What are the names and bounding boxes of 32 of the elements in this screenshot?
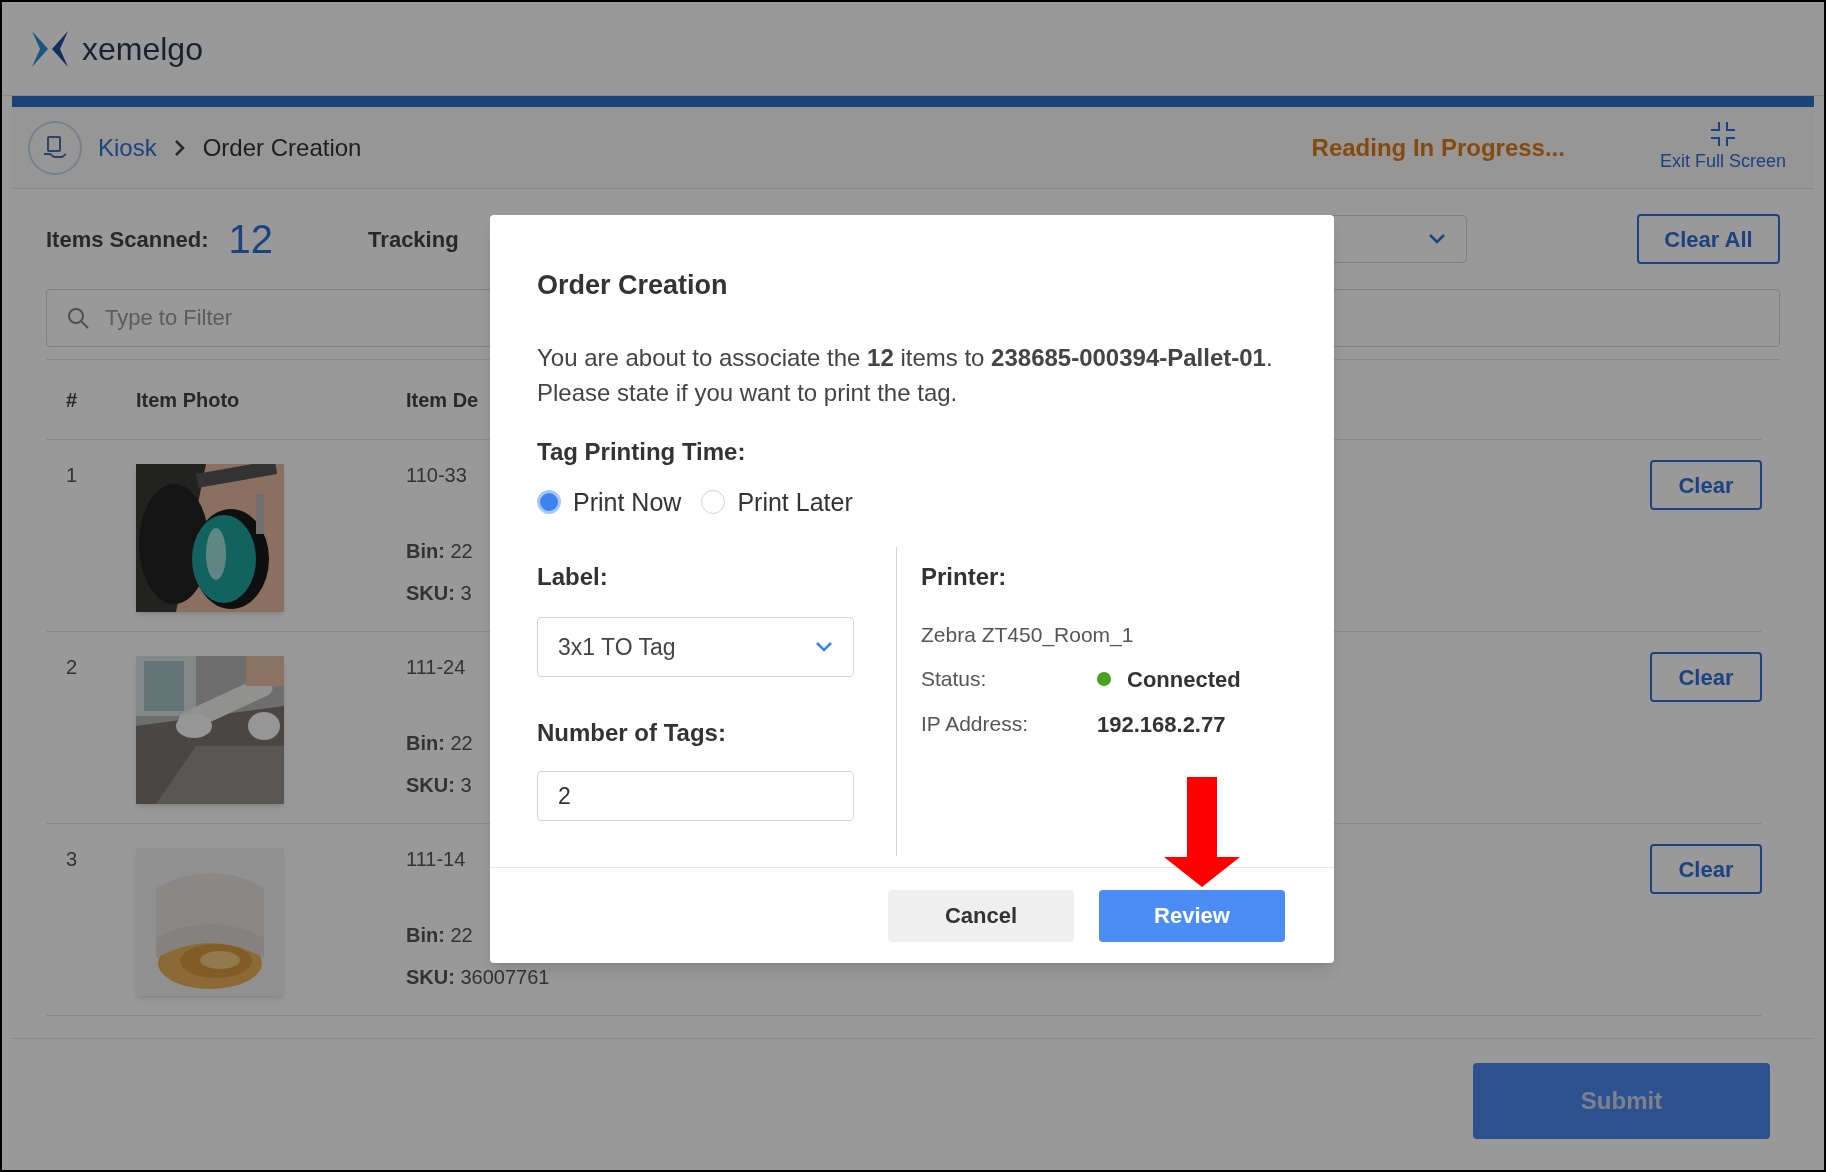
row-number: 1 xyxy=(66,463,79,488)
bin-text: Bin: 22 xyxy=(406,923,474,948)
printer-label: Printer: xyxy=(921,562,1008,592)
detail-value: Connected xyxy=(1127,665,1241,694)
item-number: 111-24 xyxy=(406,655,467,680)
detail-value: 192.168.2.77 xyxy=(1097,710,1226,739)
item-number: 111-14 xyxy=(406,847,467,872)
column-header: Item De xyxy=(406,387,479,413)
column-header: Item Photo xyxy=(136,387,241,413)
breadcrumb-current: Order Creation xyxy=(202,132,362,163)
printer-name: Zebra ZT450_Room_1 xyxy=(921,622,1135,649)
printing-time-label: Tag Printing Time: xyxy=(537,436,747,467)
number-of-tags-label: Number of Tags: xyxy=(537,718,727,748)
detail-key: IP Address: xyxy=(921,708,1097,740)
sku-text: SKU: 3 xyxy=(406,581,473,606)
bin-text: Bin: 22 xyxy=(406,539,473,564)
bin-text: Bin: 22 xyxy=(406,731,473,756)
modal-title: Order Creation xyxy=(537,269,729,302)
row-number: 2 xyxy=(66,655,79,680)
tracking-label: Tracking xyxy=(368,225,459,254)
item-number: 110-33 xyxy=(406,463,468,488)
sku-text: SKU: 36007761 xyxy=(406,965,550,990)
row-number: 3 xyxy=(66,847,79,872)
logo-text: xemelgo xyxy=(82,29,203,69)
label-label: Label: xyxy=(537,562,609,592)
modal-message: You are about to associate the 12 items to 238685-000394-Pallet-01. Please state if you want to print the tag. xyxy=(537,342,1274,408)
column-header: # xyxy=(66,387,79,413)
sku-text: SKU: 3 xyxy=(406,773,473,798)
items-scanned-label: Items Scanned: xyxy=(46,225,209,254)
detail-key: Status: xyxy=(921,663,1097,695)
status-text: Reading In Progress... xyxy=(1311,132,1565,163)
items-scanned-count: 12 xyxy=(228,216,274,263)
